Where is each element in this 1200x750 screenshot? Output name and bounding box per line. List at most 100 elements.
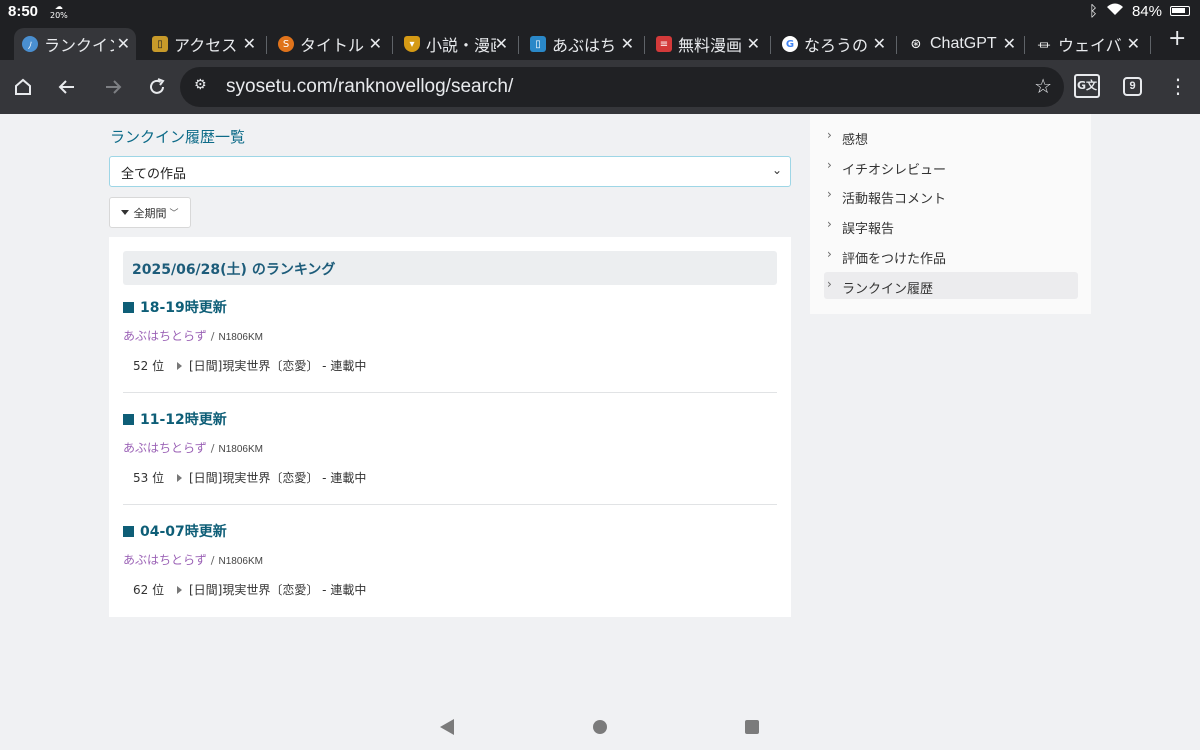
data-saver-label: 20% xyxy=(50,11,68,20)
chevron-right-icon: › xyxy=(827,277,832,291)
rankin-history-link[interactable]: ランクイン履歴一覧 xyxy=(110,126,245,147)
forward-button[interactable] xyxy=(98,72,128,102)
author-line: あぶはちとらず / N1806KM xyxy=(123,327,263,344)
sidebar-item-rated-works[interactable]: › 評価をつけた作品 xyxy=(824,242,1078,269)
tab-count-button[interactable]: 9 xyxy=(1123,77,1142,96)
close-icon[interactable]: ✕ xyxy=(495,34,508,53)
home-button[interactable] xyxy=(8,72,38,102)
rank-genre: [日間]現実世界〔恋愛〕 - 連載中 xyxy=(189,471,367,485)
archive-favicon-icon: ⏛ xyxy=(1037,38,1051,54)
bookmark-star-icon[interactable]: ☆ xyxy=(1034,74,1052,98)
sidebar-item-label: 誤字報告 xyxy=(842,222,895,237)
date-heading-text: 2025/06/28(土) のランキング xyxy=(132,262,336,278)
status-bar: 8:50 ☁ 20% ᛒ 84% xyxy=(0,0,1200,24)
tab-free-manga[interactable]: ≡ 無料漫画 ✕ xyxy=(648,28,766,60)
bluetooth-icon: ᛒ xyxy=(1088,2,1098,20)
home-icon xyxy=(15,78,31,95)
shield-favicon-icon: ▾ xyxy=(404,36,420,52)
sidebar-menu: › 感想 › イチオシレビュー › 活動報告コメント › 誤字報告 › 評価をつ… xyxy=(810,114,1091,314)
back-button[interactable] xyxy=(52,72,82,102)
reload-icon xyxy=(150,78,165,94)
rank-line: 53 位 [日間]現実世界〔恋愛〕 - 連載中 xyxy=(133,469,366,486)
status-icons: ᛒ 84% xyxy=(1089,2,1190,20)
back-arrow-icon xyxy=(58,80,74,94)
date-heading: 2025/06/28(土) のランキング xyxy=(123,251,777,285)
square-bullet-icon xyxy=(123,414,134,425)
chevron-right-icon: › xyxy=(827,217,832,231)
nav-home-icon[interactable] xyxy=(593,720,607,734)
tab-title: なろうの xyxy=(804,36,869,55)
divider xyxy=(123,392,777,393)
wifi-icon xyxy=(1106,2,1124,20)
close-icon[interactable]: ✕ xyxy=(117,34,130,53)
close-icon[interactable]: ✕ xyxy=(1003,34,1016,53)
tab-title: ChatGPT xyxy=(930,35,997,52)
close-icon[interactable]: ✕ xyxy=(873,34,886,53)
address-bar[interactable]: ⚙ syosetu.com/ranknovellog/search/ ☆ xyxy=(180,67,1064,107)
sidebar-item-label: 評価をつけた作品 xyxy=(842,252,947,267)
tab-ranking[interactable]: ﾉ ランクイン ✕ xyxy=(14,28,136,60)
sidebar-item-activity-comments[interactable]: › 活動報告コメント xyxy=(824,182,1078,209)
sidebar-item-rankin-history[interactable]: › ランクイン履歴 xyxy=(824,272,1078,299)
new-tab-button[interactable]: + xyxy=(1168,26,1186,51)
close-icon[interactable]: ✕ xyxy=(747,34,760,53)
more-menu-icon[interactable]: ⋮ xyxy=(1168,74,1188,98)
tab-title-page[interactable]: S タイトル ✕ xyxy=(270,28,388,60)
work-select[interactable]: 全ての作品 ⌄ xyxy=(109,156,791,187)
separator: / xyxy=(210,554,215,567)
sidebar-item-impressions[interactable]: › 感想 xyxy=(824,123,1078,150)
work-select-value: 全ての作品 xyxy=(121,167,187,182)
chatgpt-favicon-icon: ⊛ xyxy=(910,36,922,52)
author-link[interactable]: あぶはちとらず xyxy=(123,329,207,343)
sidebar-item-reviews[interactable]: › イチオシレビュー xyxy=(824,153,1078,180)
ncode: N1806KM xyxy=(218,332,263,343)
tab-title: 小説・漫画 xyxy=(426,36,496,55)
tab-chatgpt[interactable]: ⊛ ChatGPT ✕ xyxy=(900,28,1022,60)
triangle-right-icon xyxy=(177,586,182,594)
chevron-down-icon: ⌄ xyxy=(771,163,782,177)
battery-percent: 84% xyxy=(1131,2,1162,20)
sidebar-item-label: 感想 xyxy=(842,133,869,148)
sidebar-item-typo-reports[interactable]: › 誤字報告 xyxy=(824,212,1078,239)
triangle-right-icon xyxy=(177,362,182,370)
author-link[interactable]: あぶはちとらず xyxy=(123,441,207,455)
url-text[interactable]: syosetu.com/ranknovellog/search/ xyxy=(226,76,513,98)
tab-narou[interactable]: G なろうの ✕ xyxy=(774,28,892,60)
site-settings-icon[interactable]: ⚙ xyxy=(194,77,207,93)
update-time-heading: 18-19時更新 xyxy=(123,297,227,317)
ranking-entry: 18-19時更新 あぶはちとらず / N1806KM 52 位 [日間]現実世界〔恋愛… xyxy=(123,297,777,387)
ncode: N1806KM xyxy=(218,556,263,567)
update-time-heading: 11-12時更新 xyxy=(123,409,227,429)
books-favicon-icon: ≡ xyxy=(656,36,672,52)
reload-button[interactable] xyxy=(142,72,172,102)
triangle-right-icon xyxy=(177,474,182,482)
tab-access[interactable]: ▯ アクセス ✕ xyxy=(144,28,262,60)
tab-novel-manga[interactable]: ▾ 小説・漫画 ✕ xyxy=(396,28,514,60)
nav-recents-icon[interactable] xyxy=(745,720,759,734)
ranking-panel: 2025/06/28(土) のランキング 18-19時更新 あぶはちとらず / N1… xyxy=(109,237,791,617)
cloud-icon: ☁ xyxy=(54,2,63,11)
sidebar-item-label: イチオシレビュー xyxy=(842,163,947,178)
google-favicon-icon: G xyxy=(782,36,798,52)
page-content: ランクイン履歴一覧 全ての作品 ⌄ 全期間 ﹀ 2025/06/28(土) のラ… xyxy=(0,114,1200,710)
translate-icon[interactable]: G文 xyxy=(1074,74,1100,98)
update-time-heading: 04-07時更新 xyxy=(123,521,227,541)
tab-wayback[interactable]: ⏛ ウェイバ ✕ xyxy=(1028,28,1146,60)
forward-arrow-icon xyxy=(106,80,122,94)
chevron-right-icon: › xyxy=(827,247,832,261)
author-link[interactable]: あぶはちとらず xyxy=(123,553,207,567)
ncode: N1806KM xyxy=(218,444,263,455)
syosetu-favicon-icon: ﾉ xyxy=(22,36,38,52)
rank-genre: [日間]現実世界〔恋愛〕 - 連載中 xyxy=(189,583,367,597)
close-icon[interactable]: ✕ xyxy=(243,34,256,53)
close-icon[interactable]: ✕ xyxy=(369,34,382,53)
period-filter-button[interactable]: 全期間 ﹀ xyxy=(109,197,191,228)
nav-back-icon[interactable] xyxy=(440,719,454,735)
separator: / xyxy=(210,442,215,455)
close-icon[interactable]: ✕ xyxy=(621,34,634,53)
square-bullet-icon xyxy=(123,302,134,313)
tab-abuhachi[interactable]: ▯ あぶはち ✕ xyxy=(522,28,640,60)
browser-toolbar: ⚙ syosetu.com/ranknovellog/search/ ☆ G文 … xyxy=(0,60,1200,114)
chevron-right-icon: › xyxy=(827,128,832,142)
close-icon[interactable]: ✕ xyxy=(1127,34,1140,53)
